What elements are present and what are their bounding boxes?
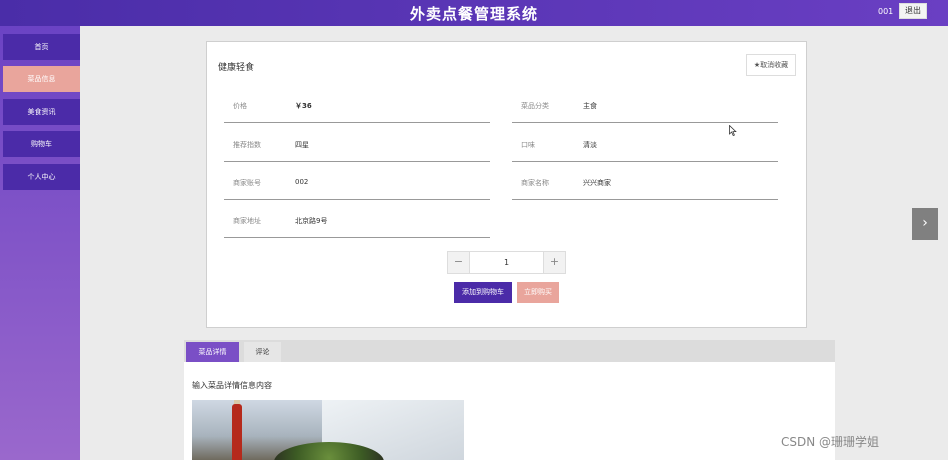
field-value: 兴兴商家 (583, 179, 611, 187)
field-category: 菜品分类 主食 (512, 84, 778, 123)
quantity-stepper: − 1 + (447, 251, 566, 274)
sidebar-item-dish-info[interactable]: 菜品信息 (3, 66, 80, 92)
detail-tabs: 菜品详情 评论 (184, 340, 835, 362)
field-label: 商家名称 (521, 179, 549, 187)
field-merchant-account: 商家账号 002 (224, 161, 490, 200)
dish-image (192, 400, 464, 460)
sidebar: 首页 菜品信息 美食资讯 购物车 个人中心 (0, 26, 80, 460)
top-header: 外卖点餐管理系统 001 退出 (0, 0, 948, 26)
field-value: 主食 (583, 102, 597, 110)
field-label: 商家账号 (233, 179, 261, 187)
field-value: ￥36 (295, 102, 312, 110)
field-label: 口味 (521, 141, 535, 149)
unfavorite-button[interactable]: ★取消收藏 (746, 54, 796, 76)
product-name: 健康轻食 (218, 63, 255, 73)
logout-button[interactable]: 退出 (899, 3, 927, 19)
quantity-input[interactable]: 1 (470, 252, 543, 273)
add-to-cart-button[interactable]: 添加到购物车 (454, 282, 512, 303)
chevron-right-icon[interactable]: › (912, 208, 938, 240)
sidebar-item-personal-center[interactable]: 个人中心 (3, 164, 80, 190)
product-detail-panel: 健康轻食 ★取消收藏 价格 ￥36 菜品分类 主食 推荐指数 四星 口味 清淡 … (206, 41, 807, 328)
sidebar-item-cart[interactable]: 购物车 (3, 131, 80, 157)
mouse-cursor-icon (729, 124, 737, 137)
buy-now-button[interactable]: 立即购买 (517, 282, 559, 303)
decrement-button[interactable]: − (448, 252, 470, 273)
field-taste: 口味 清淡 (512, 123, 778, 162)
field-label: 推荐指数 (233, 141, 261, 149)
increment-button[interactable]: + (543, 252, 565, 273)
app-title: 外卖点餐管理系统 (409, 5, 538, 23)
field-rating: 推荐指数 四星 (224, 123, 490, 162)
field-value: 北京路9号 (295, 217, 328, 225)
field-label: 菜品分类 (521, 102, 549, 110)
tab-content: 输入菜品详情信息内容 (184, 362, 835, 460)
field-label: 商家地址 (233, 217, 261, 225)
field-merchant-address: 商家地址 北京路9号 (224, 199, 490, 238)
field-value: 清淡 (583, 141, 597, 149)
field-value: 002 (295, 178, 309, 186)
user-id: 001 (878, 7, 894, 16)
field-price: 价格 ￥36 (224, 84, 490, 123)
field-label: 价格 (233, 102, 247, 110)
dish-description: 输入菜品详情信息内容 (192, 381, 272, 390)
sidebar-item-home[interactable]: 首页 (3, 34, 80, 60)
sidebar-item-food-news[interactable]: 美食资讯 (3, 99, 80, 125)
field-value: 四星 (295, 141, 309, 149)
image-hot-sauce-bottle (232, 404, 242, 460)
tab-dish-details[interactable]: 菜品详情 (186, 342, 239, 362)
field-merchant-name: 商家名称 兴兴商家 (512, 161, 778, 200)
watermark: CSDN @珊珊学姐 (781, 435, 880, 449)
tab-comments[interactable]: 评论 (244, 342, 281, 362)
